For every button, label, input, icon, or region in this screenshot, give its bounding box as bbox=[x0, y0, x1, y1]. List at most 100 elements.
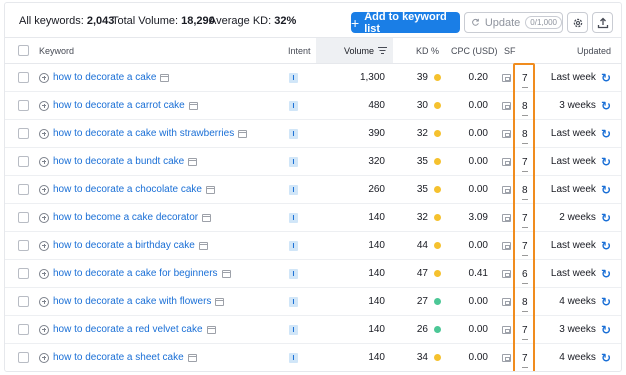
serp-features-icon[interactable] bbox=[502, 158, 511, 166]
add-to-keyword-list-button[interactable]: + Add to keyword list bbox=[351, 11, 460, 35]
col-kd[interactable]: KD % bbox=[416, 38, 439, 63]
refresh-icon[interactable]: ↻ bbox=[601, 352, 611, 364]
keyword-link[interactable]: how to decorate a birthday cake bbox=[53, 240, 195, 251]
col-volume[interactable]: Volume bbox=[316, 38, 393, 63]
serp-features-icon[interactable] bbox=[502, 326, 511, 334]
add-keyword-icon[interactable] bbox=[39, 268, 49, 279]
row-checkbox[interactable] bbox=[18, 156, 29, 167]
col-keyword[interactable]: Keyword bbox=[39, 38, 74, 63]
serp-features-icon[interactable] bbox=[502, 214, 511, 222]
add-keyword-icon[interactable] bbox=[39, 128, 49, 139]
cpc-value: 0.00 bbox=[468, 128, 488, 139]
updated-cell: Last week ↻ bbox=[551, 260, 611, 287]
cpc-value: 0.20 bbox=[468, 72, 488, 83]
add-keyword-icon[interactable] bbox=[39, 100, 49, 111]
row-checkbox[interactable] bbox=[18, 352, 29, 363]
row-checkbox[interactable] bbox=[18, 268, 29, 279]
serp-features-icon[interactable] bbox=[502, 74, 511, 82]
keyword-link[interactable]: how to decorate a red velvet cake bbox=[53, 324, 203, 335]
add-keyword-icon[interactable] bbox=[39, 184, 49, 195]
row-checkbox[interactable] bbox=[18, 240, 29, 251]
cpc-value: 0.00 bbox=[468, 296, 488, 307]
refresh-icon[interactable]: ↻ bbox=[601, 184, 611, 196]
col-sf[interactable]: SF bbox=[504, 38, 516, 63]
serp-icon[interactable] bbox=[160, 73, 170, 82]
kd-dot-icon bbox=[434, 158, 441, 165]
updated-cell: 3 weeks ↻ bbox=[559, 316, 611, 343]
refresh-icon[interactable]: ↻ bbox=[601, 296, 611, 308]
refresh-icon[interactable]: ↻ bbox=[601, 240, 611, 252]
keyword-link[interactable]: how to decorate a chocolate cake bbox=[53, 184, 202, 195]
refresh-icon[interactable]: ↻ bbox=[601, 72, 611, 84]
add-keyword-icon[interactable] bbox=[39, 296, 49, 307]
updated-cell: Last week ↻ bbox=[551, 148, 611, 175]
col-cpc[interactable]: CPC (USD) bbox=[451, 38, 498, 63]
refresh-icon bbox=[472, 18, 479, 26]
volume-value: 140 bbox=[368, 324, 385, 335]
select-all-checkbox[interactable] bbox=[18, 45, 29, 56]
serp-icon[interactable] bbox=[198, 241, 208, 250]
serp-icon[interactable] bbox=[188, 157, 198, 166]
keyword-link[interactable]: how to decorate a cake with flowers bbox=[53, 296, 211, 307]
row-checkbox[interactable] bbox=[18, 100, 29, 111]
row-checkbox[interactable] bbox=[18, 296, 29, 307]
add-keyword-icon[interactable] bbox=[39, 72, 49, 83]
volume-value: 1,300 bbox=[359, 72, 385, 83]
serp-icon[interactable] bbox=[187, 353, 197, 362]
serp-features-icon[interactable] bbox=[502, 270, 511, 278]
row-checkbox[interactable] bbox=[18, 212, 29, 223]
updated-cell: 4 weeks ↻ bbox=[559, 288, 611, 315]
serp-icon[interactable] bbox=[221, 269, 231, 278]
add-keyword-icon[interactable] bbox=[39, 352, 49, 363]
serp-icon[interactable] bbox=[202, 213, 212, 222]
serp-features-icon[interactable] bbox=[502, 130, 511, 138]
serp-features-icon[interactable] bbox=[502, 186, 511, 194]
kd-value: 27 bbox=[416, 296, 428, 307]
keyword-cell: how to decorate a birthday cake bbox=[39, 232, 208, 259]
keyword-link[interactable]: how to decorate a carrot cake bbox=[53, 100, 185, 111]
serp-icon[interactable] bbox=[188, 101, 198, 110]
intent-badge: I bbox=[289, 73, 298, 83]
keyword-link[interactable]: how to decorate a cake bbox=[53, 72, 156, 83]
serp-features-icon[interactable] bbox=[502, 298, 511, 306]
intent-badge: I bbox=[289, 325, 298, 335]
keyword-link[interactable]: how to decorate a cake for beginners bbox=[53, 268, 218, 279]
add-keyword-icon[interactable] bbox=[39, 324, 49, 335]
serp-features-icon[interactable] bbox=[502, 102, 511, 110]
refresh-icon[interactable]: ↻ bbox=[601, 212, 611, 224]
refresh-icon[interactable]: ↻ bbox=[601, 128, 611, 140]
export-button[interactable] bbox=[592, 12, 613, 33]
average-kd-stat: Average KD: 32% bbox=[209, 15, 296, 27]
add-keyword-icon[interactable] bbox=[39, 156, 49, 167]
row-checkbox[interactable] bbox=[18, 128, 29, 139]
refresh-icon[interactable]: ↻ bbox=[601, 100, 611, 112]
add-keyword-icon[interactable] bbox=[39, 240, 49, 251]
serp-icon[interactable] bbox=[206, 325, 216, 334]
serp-icon[interactable] bbox=[215, 297, 225, 306]
sf-column-highlight bbox=[513, 63, 535, 371]
refresh-icon[interactable]: ↻ bbox=[601, 268, 611, 280]
serp-icon[interactable] bbox=[205, 185, 215, 194]
row-checkbox[interactable] bbox=[18, 184, 29, 195]
total-volume-label: Total Volume: bbox=[112, 15, 179, 27]
kd-cell: 32 bbox=[414, 204, 441, 231]
row-checkbox[interactable] bbox=[18, 72, 29, 83]
kd-dot-icon bbox=[434, 354, 441, 361]
serp-icon[interactable] bbox=[238, 129, 248, 138]
col-updated[interactable]: Updated bbox=[577, 38, 611, 63]
refresh-icon[interactable]: ↻ bbox=[601, 324, 611, 336]
keyword-link[interactable]: how to decorate a cake with strawberries bbox=[53, 128, 234, 139]
refresh-icon[interactable]: ↻ bbox=[601, 156, 611, 168]
keyword-link[interactable]: how to decorate a sheet cake bbox=[53, 352, 184, 363]
update-button[interactable]: Update 0/1,000 bbox=[464, 12, 563, 33]
updated-value: 3 weeks bbox=[559, 100, 596, 111]
serp-features-icon[interactable] bbox=[502, 354, 511, 362]
keyword-link[interactable]: how to decorate a bundt cake bbox=[53, 156, 184, 167]
add-keyword-icon[interactable] bbox=[39, 212, 49, 223]
row-checkbox[interactable] bbox=[18, 324, 29, 335]
settings-button[interactable] bbox=[567, 12, 588, 33]
serp-features-icon[interactable] bbox=[502, 242, 511, 250]
col-intent[interactable]: Intent bbox=[288, 38, 311, 63]
intent-badge: I bbox=[289, 101, 298, 111]
keyword-link[interactable]: how to become a cake decorator bbox=[53, 212, 198, 223]
